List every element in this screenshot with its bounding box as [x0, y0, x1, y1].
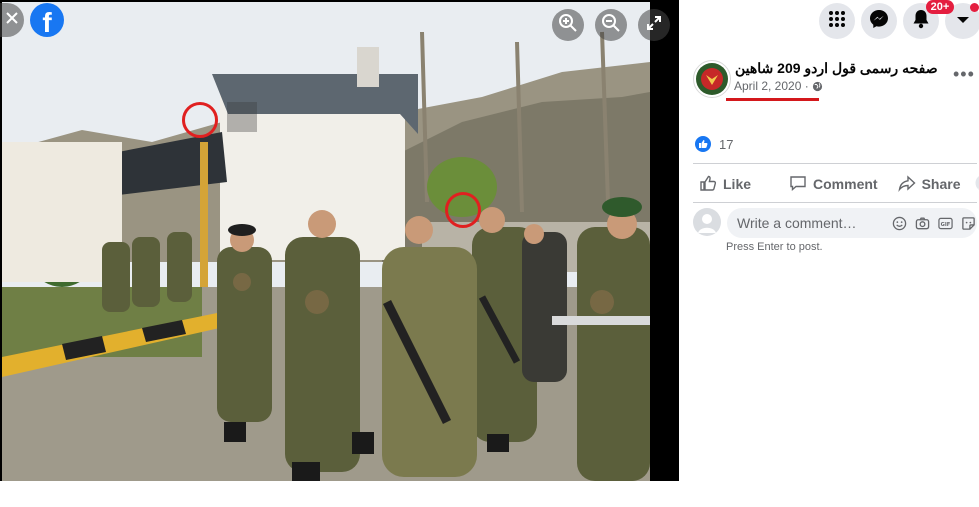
- account-dot-badge: [970, 3, 979, 12]
- comment-label: Comment: [813, 176, 878, 192]
- comment-composer: GIF: [693, 208, 977, 238]
- facebook-logo-letter: f: [42, 7, 52, 38]
- thumbs-up-icon: [699, 174, 723, 195]
- post-actions: Like Comment Share: [693, 166, 979, 202]
- annotation-circle: [182, 102, 218, 138]
- share-label: Share: [921, 176, 961, 192]
- post-panel: صفحه رسمی قول اردو 209 شاهین April 2, 20…: [681, 44, 979, 481]
- divider: [693, 202, 977, 203]
- camera-icon[interactable]: [914, 215, 931, 232]
- zoom-in-button[interactable]: [552, 9, 584, 41]
- chevron-down-icon: [956, 12, 970, 30]
- more-options-button[interactable]: •••: [953, 64, 975, 85]
- zoom-out-icon: [601, 13, 621, 38]
- user-avatar-icon: [975, 174, 979, 195]
- date-separator: ·: [804, 79, 809, 93]
- page-avatar[interactable]: [693, 60, 731, 98]
- page-name-link[interactable]: صفحه رسمی قول اردو 209 شاهین: [735, 60, 938, 77]
- sticker-icon[interactable]: [960, 215, 977, 232]
- smile-icon[interactable]: [891, 215, 908, 232]
- react-as-avatar[interactable]: [975, 174, 979, 195]
- photo-scene: [2, 2, 650, 481]
- share-icon: [897, 174, 922, 195]
- zoom-in-icon: [558, 13, 578, 38]
- messenger-icon: [869, 9, 889, 34]
- post-photo[interactable]: [2, 2, 650, 481]
- post-date: April 2, 2020 ·: [734, 79, 823, 95]
- divider: [693, 163, 977, 164]
- date-annotation-underline: [726, 98, 819, 101]
- comment-button[interactable]: Comment: [789, 174, 878, 195]
- grid-menu-icon: [828, 10, 846, 33]
- comment-icon: [789, 174, 813, 195]
- zoom-out-button[interactable]: [595, 9, 627, 41]
- photo-viewer: f: [0, 0, 679, 481]
- like-reaction-icon: [695, 136, 711, 152]
- post-date-link[interactable]: April 2, 2020: [734, 79, 801, 93]
- fullscreen-icon: [646, 15, 662, 36]
- reaction-count: 17: [719, 136, 734, 152]
- close-icon: [5, 11, 19, 30]
- messenger-button[interactable]: [861, 3, 897, 39]
- reactions-summary[interactable]: 17: [695, 136, 733, 152]
- bell-icon: [912, 9, 930, 34]
- notification-badge: 20+: [926, 0, 954, 14]
- gif-icon[interactable]: GIF: [937, 215, 954, 232]
- user-avatar[interactable]: [693, 208, 721, 236]
- comment-hint: Press Enter to post.: [726, 241, 823, 253]
- menu-button[interactable]: [819, 3, 855, 39]
- svg-text:GIF: GIF: [941, 222, 951, 228]
- comment-tools: GIF: [891, 215, 977, 232]
- globe-icon: [812, 81, 823, 95]
- like-label: Like: [723, 176, 752, 192]
- share-button[interactable]: Share: [897, 174, 961, 195]
- fullscreen-button[interactable]: [638, 9, 670, 41]
- facebook-logo[interactable]: f: [30, 3, 64, 38]
- annotation-circle: [445, 192, 481, 228]
- like-button[interactable]: Like: [699, 174, 751, 195]
